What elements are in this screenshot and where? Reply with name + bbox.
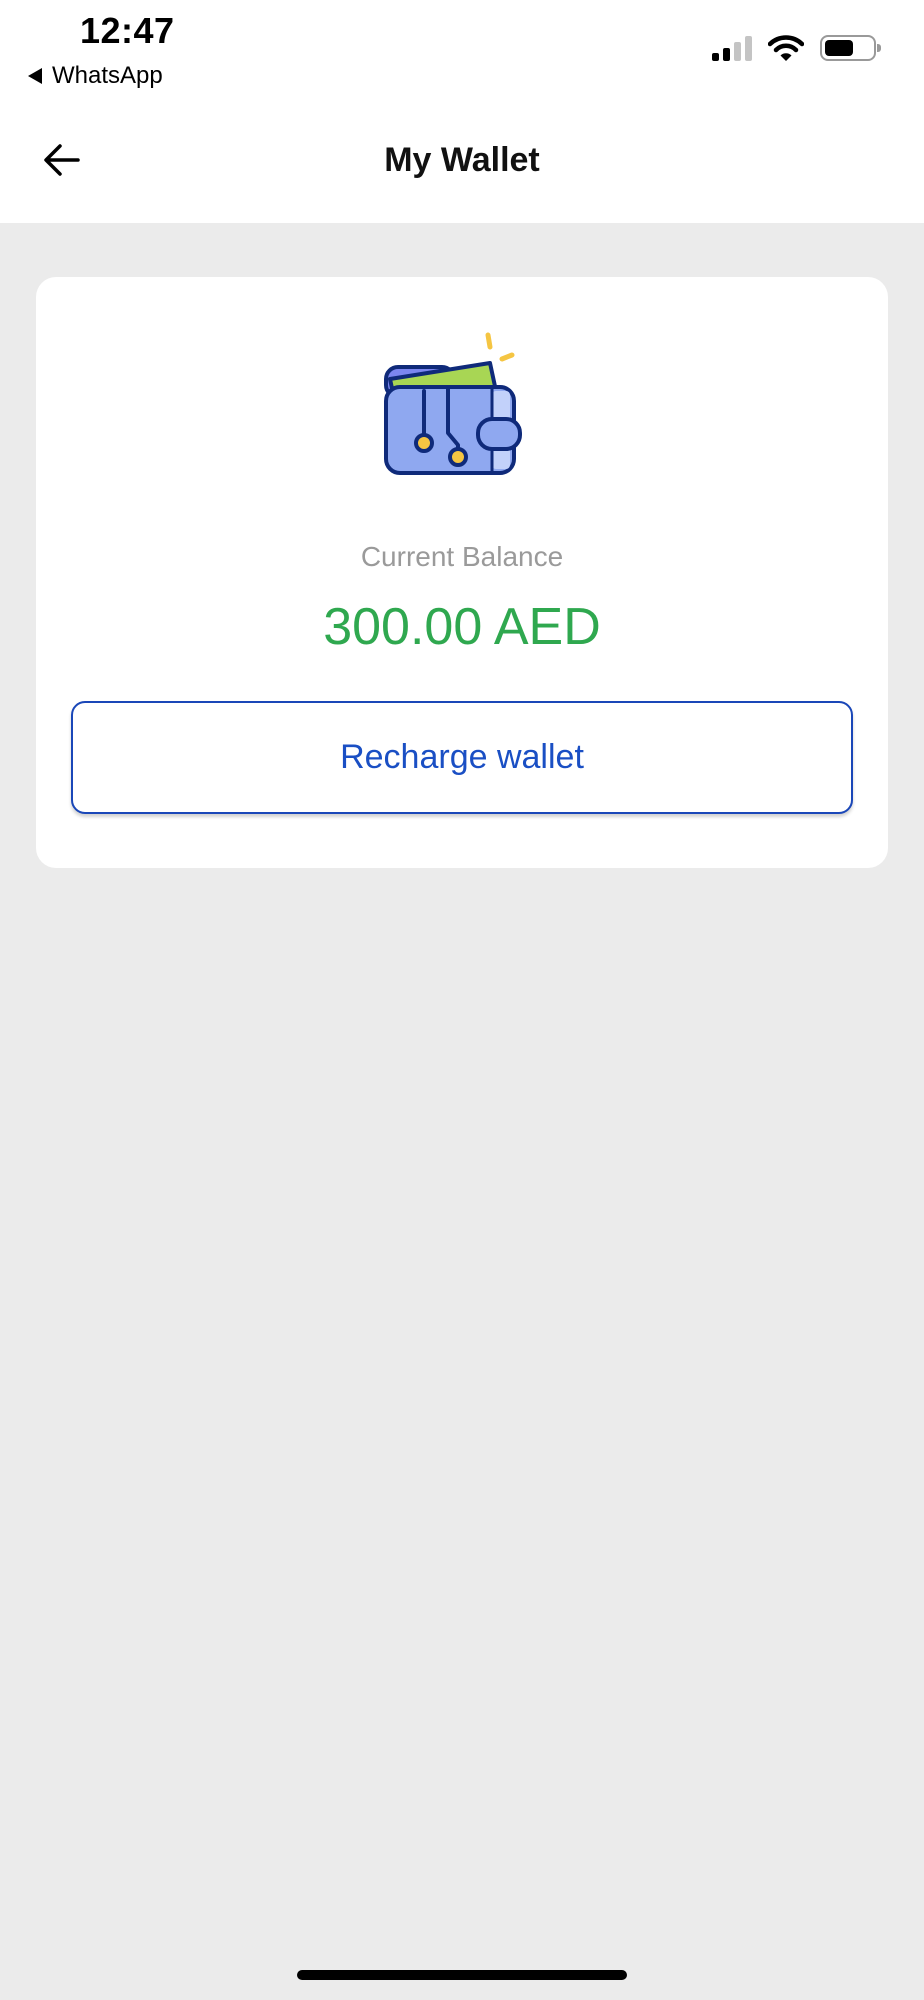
wallet-card: Current Balance 300.00 AED Recharge wall… [36,277,888,868]
signal-icon [712,35,752,61]
return-to-app-link[interactable]: WhatsApp [28,62,163,90]
battery-icon [820,35,881,61]
back-triangle-icon [28,68,42,84]
status-icons [712,34,881,62]
balance-amount: 300.00 AED [323,598,601,656]
wifi-icon [768,35,804,61]
balance-label: Current Balance [360,541,564,572]
top-bar: 12:47 WhatsApp My Wallet [0,0,924,223]
status-time: 12:47 [80,10,175,51]
return-app-label: WhatsApp [52,62,163,89]
wallet-icon [384,332,522,475]
home-indicator[interactable] [297,1970,627,1980]
recharge-wallet-button[interactable]: Recharge wallet [71,701,853,814]
page-title: My Wallet [384,141,540,179]
